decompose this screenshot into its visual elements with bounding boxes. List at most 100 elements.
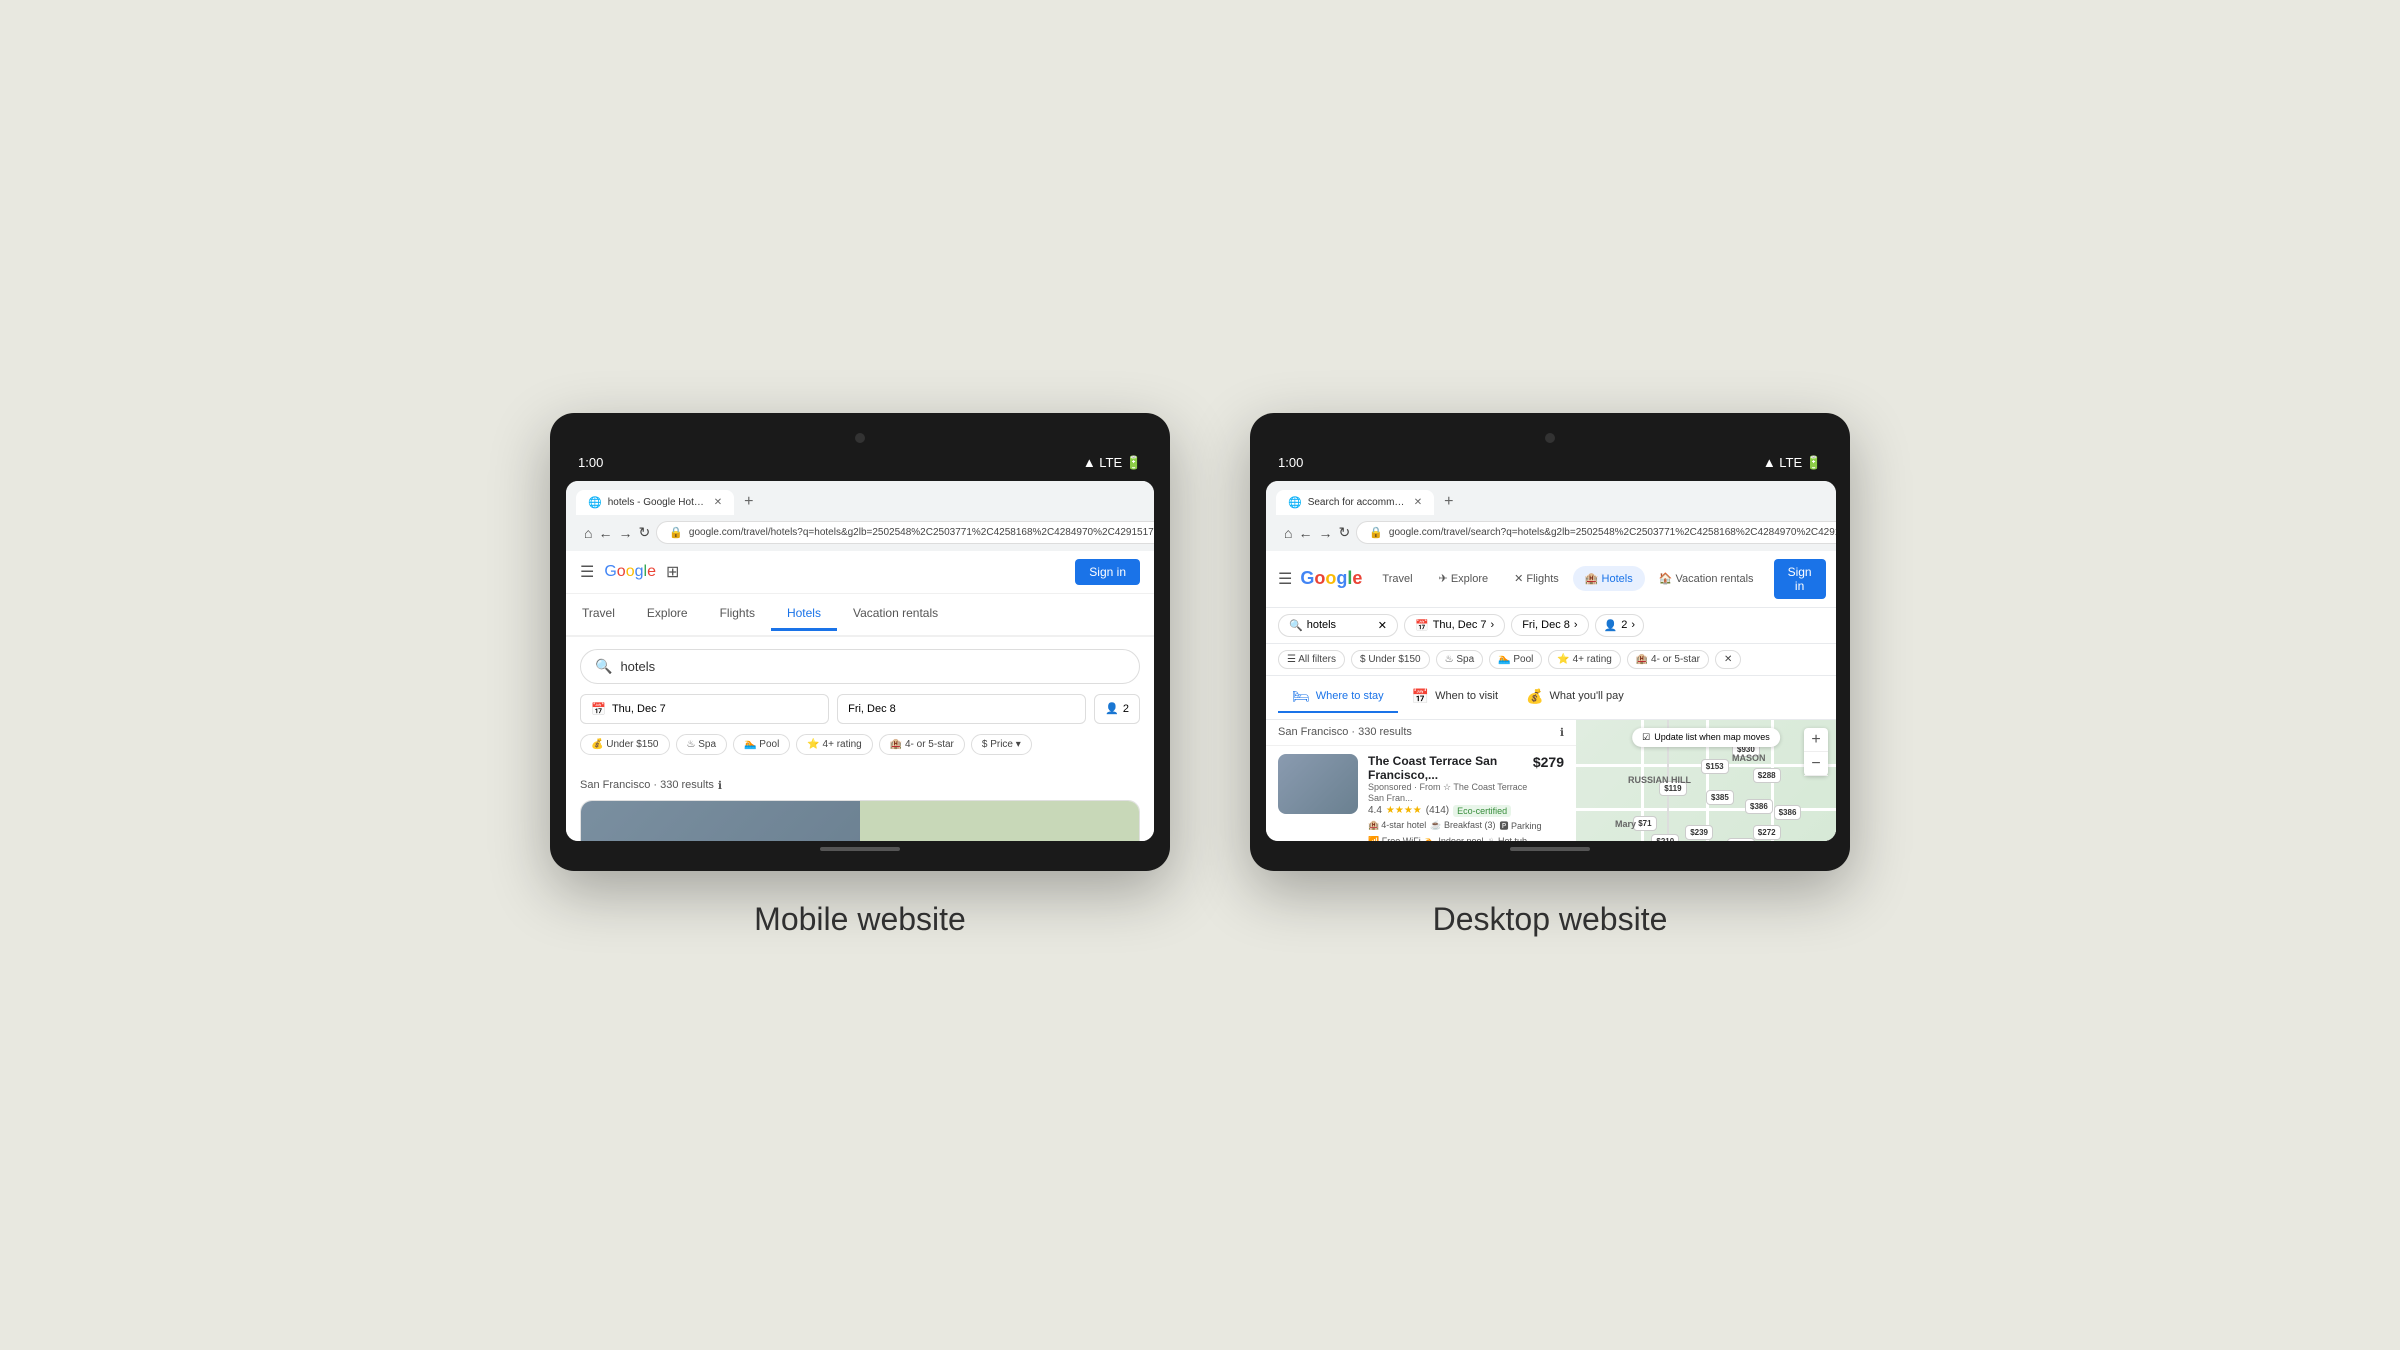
zoom-out-button[interactable]: − [1804, 752, 1828, 776]
desktop-checkout-chip[interactable]: Fri, Dec 8 › [1511, 614, 1588, 636]
refresh-button-d[interactable]: ↻ [1338, 521, 1350, 545]
chevron-right-icon: › [1491, 619, 1495, 631]
map-zoom-controls[interactable]: + − [1804, 728, 1828, 776]
map-pin-71[interactable]: $71 [1633, 816, 1656, 831]
apps-icon[interactable]: ⊞ [666, 562, 679, 582]
mobile-hotels-search-box[interactable]: 🔍 hotels [580, 649, 1140, 684]
filter-rating-d[interactable]: ⭐ 4+ rating [1548, 650, 1620, 669]
nav-flights[interactable]: Flights [704, 598, 771, 631]
filter-star-d[interactable]: 🏨 4- or 5-star [1627, 650, 1709, 669]
filter-price-range[interactable]: $ Price ▾ [971, 734, 1032, 755]
map-pin-386[interactable]: $386 [1745, 799, 1773, 814]
map-pin-239[interactable]: $239 [1685, 825, 1713, 840]
person-icon-d: 👤 [1604, 619, 1618, 632]
nav-hotels[interactable]: Hotels [771, 598, 837, 631]
battery-icon: 🔋 [1126, 455, 1142, 470]
desktop-results-header: San Francisco · 330 results ℹ [1266, 720, 1576, 746]
map-pin-272[interactable]: $272 [1753, 825, 1781, 840]
map-pin-153[interactable]: $153 [1701, 759, 1729, 774]
what-youll-pay-tab[interactable]: 💰 What you'll pay [1512, 682, 1638, 713]
mobile-hotel-card[interactable]: Francisco $159 The Goldrush Inn San Fran… [580, 800, 1140, 841]
mobile-active-tab[interactable]: 🌐 hotels - Google Hotel Search ✕ [576, 490, 734, 515]
desktop-nav-hotels[interactable]: 🏨 Hotels [1573, 566, 1645, 591]
money-icon: 💰 [1526, 688, 1543, 705]
nav-explore[interactable]: Explore [631, 598, 704, 631]
nav-travel[interactable]: Travel [566, 598, 631, 631]
search-icon-d: 🔍 [1289, 619, 1303, 632]
hamburger-icon-d[interactable]: ☰ [1278, 569, 1292, 589]
home-button-d[interactable]: ⌂ [1284, 521, 1292, 545]
filter-price[interactable]: 💰 Under $150 [580, 734, 670, 755]
desktop-map[interactable]: $930 $153 $288 $119 $385 $386 $386 $71 $… [1576, 720, 1836, 841]
back-button[interactable]: ← [598, 521, 612, 545]
desktop-active-tab[interactable]: 🌐 Search for accommodation... ✕ [1276, 490, 1434, 515]
desktop-nav-vacation[interactable]: 🏠 Vacation rentals [1647, 566, 1766, 591]
desktop-signal: ▲ LTE 🔋 [1763, 455, 1822, 471]
map-label-mary: Mary [1615, 819, 1636, 829]
sign-in-button-d[interactable]: Sign in [1774, 559, 1826, 599]
filter-star[interactable]: 🏨 4- or 5-star [879, 734, 965, 755]
update-list-label: Update list when map moves [1654, 732, 1770, 742]
desktop-hotels-search[interactable]: 🔍 hotels ✕ [1278, 614, 1398, 637]
zoom-in-button[interactable]: + [1804, 728, 1828, 752]
amenity-parking: 🅿 Parking [1499, 819, 1541, 832]
bed-icon: 🛏 [1292, 688, 1310, 705]
nav-vacation[interactable]: Vacation rentals [837, 598, 954, 631]
filter-more-d[interactable]: ✕ [1715, 650, 1741, 669]
desktop-hotel-amenities-1: 🏨 4-star hotel ☕ Breakfast (3) 🅿 Parking… [1368, 819, 1564, 841]
back-button-d[interactable]: ← [1298, 521, 1312, 545]
desktop-guest-chip[interactable]: 👤 2 › [1595, 614, 1645, 637]
mobile-time: 1:00 [578, 455, 603, 470]
hamburger-icon[interactable]: ☰ [580, 562, 594, 582]
forward-button[interactable]: → [618, 521, 632, 545]
mobile-signal: ▲ LTE 🔋 [1083, 455, 1142, 471]
desktop-nav-explore[interactable]: ✈ Explore [1427, 566, 1501, 591]
desktop-checkin: Thu, Dec 7 [1433, 619, 1487, 631]
filter-price-d[interactable]: $ Under $150 [1351, 650, 1430, 669]
filter-spa[interactable]: ♨ Spa [676, 734, 728, 755]
filter-pool[interactable]: 🏊 Pool [733, 734, 790, 755]
update-map-list-control[interactable]: ☑ Update list when map moves [1632, 728, 1780, 747]
guest-chip[interactable]: 👤 2 [1094, 694, 1140, 724]
new-tab-button-d[interactable]: + [1436, 489, 1461, 515]
map-pin-386b[interactable]: $386 [1774, 805, 1802, 820]
map-pin-210[interactable]: $210 [1651, 834, 1679, 841]
desktop-address-bar[interactable]: 🔒 google.com/travel/search?q=hotels&g2lb… [1356, 521, 1836, 544]
check-out-chip[interactable]: Fri, Dec 8 [837, 694, 1086, 724]
desktop-hotel-card-1[interactable]: The Coast Terrace San Francisco,... Spon… [1266, 746, 1576, 841]
clear-search-icon[interactable]: ✕ [1378, 619, 1387, 632]
home-indicator[interactable] [820, 847, 900, 851]
check-in-chip[interactable]: 📅 Thu, Dec 7 [580, 694, 829, 724]
new-tab-button[interactable]: + [736, 489, 761, 515]
when-to-visit-tab[interactable]: 📅 When to visit [1398, 682, 1512, 713]
mobile-results-header: San Francisco · 330 results ℹ [566, 771, 1154, 800]
home-indicator-d[interactable] [1510, 847, 1590, 851]
desktop-hotel-rating-1: 4.4 ★★★★ (414) Eco-certified [1368, 805, 1564, 817]
desktop-tablet: 1:00 ▲ LTE 🔋 🌐 Search for accommodation.… [1250, 413, 1850, 871]
home-button[interactable]: ⌂ [584, 521, 592, 545]
tab-favicon-d: 🌐 [1288, 496, 1302, 509]
tab-close-icon-d[interactable]: ✕ [1414, 497, 1422, 508]
filter-pool-d[interactable]: 🏊 Pool [1489, 650, 1542, 669]
where-to-stay-tab[interactable]: 🛏 Where to stay [1278, 682, 1398, 713]
desktop-device-container: 1:00 ▲ LTE 🔋 🌐 Search for accommodation.… [1250, 413, 1850, 938]
tab-close-icon[interactable]: ✕ [714, 497, 722, 508]
map-pin-288[interactable]: $288 [1753, 768, 1781, 783]
desktop-google-hotels-page: ☰ G o o g l e Travel ✈ Explore ✕ Flights… [1266, 551, 1836, 841]
filter-spa-d[interactable]: ♨ Spa [1436, 650, 1484, 669]
calendar-icon: 📅 [591, 702, 606, 716]
refresh-button[interactable]: ↻ [638, 521, 650, 545]
desktop-nav-travel[interactable]: Travel [1370, 567, 1424, 591]
amenity-wifi: 📶 Free WiFi [1368, 836, 1421, 841]
mobile-hotels-search-area: 🔍 hotels 📅 Thu, Dec 7 Fri, Dec 8 👤 [566, 637, 1154, 771]
mobile-browser-topbar: 🌐 hotels - Google Hotel Search ✕ + ⌂ ← →… [566, 481, 1154, 551]
filter-rating[interactable]: ⭐ 4+ rating [796, 734, 872, 755]
map-pin-385[interactable]: $385 [1706, 790, 1734, 805]
all-filters-chip[interactable]: ☰ All filters [1278, 650, 1345, 669]
sign-in-button[interactable]: Sign in [1075, 559, 1140, 585]
forward-button-d[interactable]: → [1318, 521, 1332, 545]
desktop-nav-flights[interactable]: ✕ Flights [1502, 566, 1571, 591]
signal-icon: ▲ [1083, 455, 1099, 470]
mobile-address-bar[interactable]: 🔒 google.com/travel/hotels?q=hotels&g2lb… [656, 521, 1154, 544]
desktop-checkin-chip[interactable]: 📅 Thu, Dec 7 › [1404, 614, 1505, 637]
